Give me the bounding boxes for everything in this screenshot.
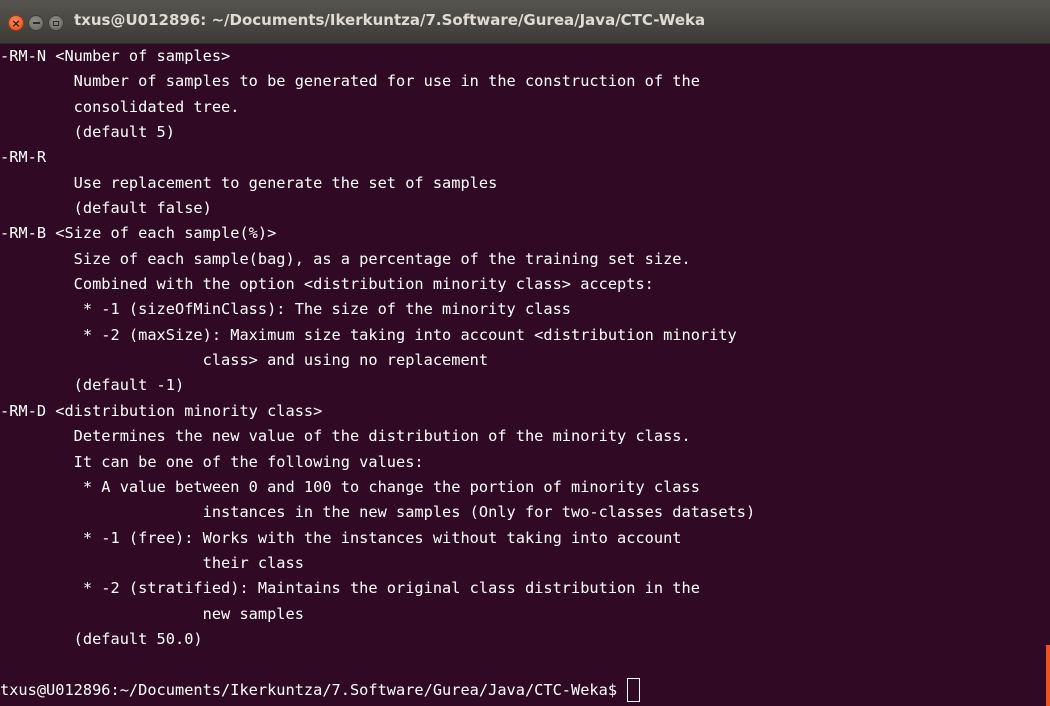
- close-icon: ×: [11, 16, 21, 30]
- terminal-line: -RM-D <distribution minority class>: [0, 401, 323, 420]
- terminal-line: (default 50.0): [0, 629, 203, 648]
- terminal-line: * A value between 0 and 100 to change th…: [0, 477, 700, 496]
- terminal-line: Use replacement to generate the set of s…: [0, 173, 498, 192]
- terminal-line: (default 5): [0, 123, 175, 142]
- terminal-line: Size of each sample(bag), as a percentag…: [0, 249, 691, 268]
- maximize-icon: [53, 20, 59, 26]
- terminal-line: -RM-B <Size of each sample(%)>: [0, 224, 277, 243]
- cursor: [627, 678, 641, 703]
- shell-prompt: txus@U012896:~/Documents/Ikerkuntza/7.So…: [0, 680, 627, 699]
- terminal-line: (default false): [0, 199, 212, 218]
- prompt-line[interactable]: txus@U012896:~/Documents/Ikerkuntza/7.So…: [0, 678, 1050, 703]
- terminal-line: (default -1): [0, 376, 185, 395]
- maximize-button[interactable]: [48, 15, 64, 31]
- minimize-icon: [32, 22, 40, 24]
- terminal-line: class> and using no replacement: [0, 351, 489, 370]
- terminal-line: * -2 (maxSize): Maximum size taking into…: [0, 325, 737, 344]
- terminal-line: * -1 (sizeOfMinClass): The size of the m…: [0, 300, 571, 319]
- terminal-line: new samples: [0, 604, 304, 623]
- terminal-line: * -2 (stratified): Maintains the origina…: [0, 579, 700, 598]
- window-title: txus@U012896: ~/Documents/Ikerkuntza/7.S…: [74, 11, 706, 29]
- terminal-line: -RM-N <Number of samples>: [0, 47, 231, 65]
- terminal-line: Combined with the option <distribution m…: [0, 275, 654, 294]
- terminal-line: Determines the new value of the distribu…: [0, 427, 691, 446]
- title-bar[interactable]: × txus@U012896: ~/Documents/Ikerkuntza/7…: [0, 0, 1050, 44]
- minimize-button[interactable]: [28, 15, 44, 31]
- terminal-line: consolidated tree.: [0, 97, 240, 116]
- terminal-line: Number of samples to be generated for us…: [0, 72, 700, 91]
- terminal-output[interactable]: -RM-N <Number of samples> Number of samp…: [0, 44, 1050, 706]
- scrollbar-thumb[interactable]: [1046, 645, 1050, 706]
- close-button[interactable]: ×: [8, 15, 24, 31]
- terminal-line: * -1 (free): Works with the instances wi…: [0, 528, 682, 547]
- terminal-line: It can be one of the following values:: [0, 452, 424, 471]
- terminal-line: -RM-R: [0, 148, 47, 167]
- terminal-window: × txus@U012896: ~/Documents/Ikerkuntza/7…: [0, 0, 1050, 706]
- terminal-line: their class: [0, 553, 304, 572]
- terminal-line: instances in the new samples (Only for t…: [0, 503, 756, 522]
